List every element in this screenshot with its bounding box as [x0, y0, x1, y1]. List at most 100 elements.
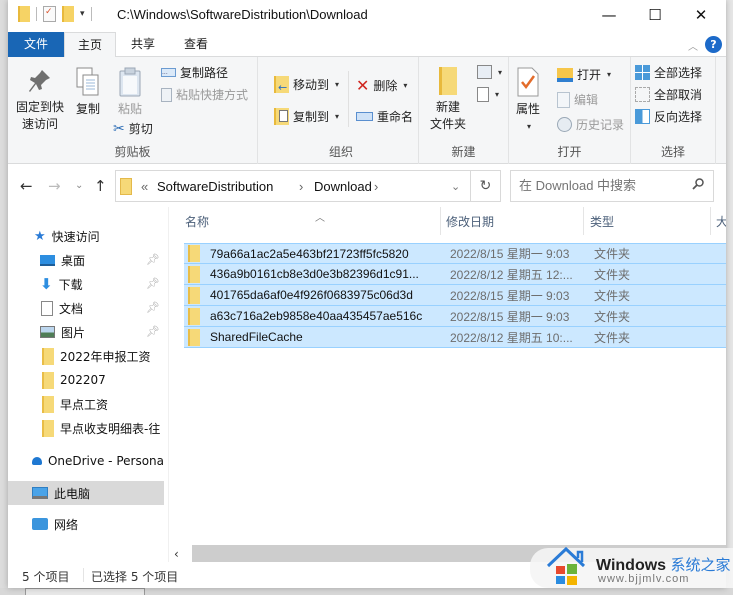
pane-divider[interactable] [168, 207, 169, 562]
scroll-left-icon[interactable]: ‹ [174, 547, 179, 561]
sidebar-item-label: 文档 [59, 301, 84, 316]
address-history-dropdown[interactable]: ⌄ [451, 180, 460, 193]
file-row[interactable]: 401765da6af0e4f926f0683975c06d3d 2022/8/… [184, 285, 726, 306]
properties-icon[interactable] [43, 6, 56, 22]
tab-file[interactable]: 文件 [8, 32, 64, 57]
breadcrumb-separator[interactable]: › [299, 179, 303, 194]
open-group: 属性 ▾ 打开 ▾ 编辑 历史记录 打开 [509, 57, 631, 164]
pin-to-quick-access-button[interactable]: 固定到快 速访问 [12, 67, 68, 133]
sidebar-item-label: 网络 [54, 517, 79, 532]
copy-path-button[interactable]: ... 复制路径 [161, 64, 228, 81]
breadcrumb-overflow[interactable]: « [141, 179, 148, 194]
cut-button[interactable]: ✂ 剪切 [113, 120, 153, 137]
sidebar-item-documents[interactable]: 文档 📌︎ [8, 296, 164, 320]
sidebar-item-folder[interactable]: 2022年申报工资 [8, 344, 164, 368]
select-none-button[interactable]: 全部取消 [635, 86, 702, 103]
copy-to-dropdown[interactable]: ▾ [335, 112, 339, 121]
open-button[interactable]: 打开 ▾ [557, 66, 611, 83]
column-header-type[interactable]: 类型 [590, 213, 710, 235]
properties-button[interactable]: 属性 ▾ [511, 67, 545, 135]
pin-icon[interactable]: 📌︎ [146, 253, 160, 266]
customize-toolbar-dropdown[interactable]: ▾ [80, 9, 85, 19]
new-folder-button[interactable]: 新建 文件夹 [425, 67, 471, 133]
sidebar-item-quick-access[interactable]: ★ 快速访问 [8, 224, 164, 248]
toolbar-divider [90, 7, 92, 21]
minimize-button[interactable]: — [586, 0, 632, 30]
breadcrumb-softwaredistribution[interactable]: SoftwareDistribution [157, 179, 273, 194]
sidebar-item-downloads[interactable]: ⬇ 下载 📌︎ [8, 272, 164, 296]
sidebar-item-label: 图片 [61, 325, 86, 340]
file-date: 2022/8/12 星期五 10:... [450, 330, 573, 345]
file-row[interactable]: a63c716a2eb9858e40aa435457ae516c 2022/8/… [184, 306, 726, 327]
open-dropdown[interactable]: ▾ [607, 70, 611, 79]
breadcrumb-separator[interactable]: › [374, 179, 378, 194]
rename-button[interactable]: 重命名 [356, 108, 413, 125]
new-item-button[interactable]: ▾ [477, 65, 502, 79]
back-button[interactable]: ← [20, 177, 33, 195]
file-row[interactable]: SharedFileCache 2022/8/12 星期五 10:... 文件夹 [184, 327, 726, 348]
select-all-button[interactable]: 全部选择 [635, 64, 702, 81]
folder-icon [188, 265, 200, 283]
up-button[interactable]: ↑ [94, 177, 107, 195]
sidebar-item-onedrive[interactable]: OneDrive - Persona [8, 449, 164, 473]
forward-button[interactable]: → [48, 177, 61, 195]
easy-access-button[interactable]: ▾ [477, 87, 499, 102]
paste-shortcut-button[interactable]: 粘贴快捷方式 [161, 86, 248, 103]
properties-dropdown[interactable]: ▾ [513, 118, 545, 135]
collapse-ribbon-icon[interactable]: ︿ [688, 38, 698, 53]
folder-icon [188, 307, 200, 325]
column-divider[interactable] [583, 207, 584, 235]
breadcrumb-download[interactable]: Download [314, 179, 372, 194]
refresh-button[interactable]: ↻ [470, 170, 501, 202]
help-icon[interactable]: ? [705, 36, 722, 53]
pin-icon[interactable]: 📌︎ [146, 325, 160, 338]
close-button[interactable]: ✕ [678, 0, 724, 30]
file-row[interactable]: 436a9b0161cb8e3d0e3b82396d1c91... 2022/8… [184, 264, 726, 285]
scissors-icon: ✂ [113, 120, 125, 137]
file-row[interactable]: 79a66a1ac2a5e463bf21723ff5fc5820 2022/8/… [184, 243, 726, 264]
watermark-url: www.bjjmlv.com [598, 573, 690, 585]
sidebar-item-network[interactable]: 网络 [8, 512, 164, 536]
search-input[interactable] [519, 178, 689, 193]
folder-icon [188, 328, 200, 346]
sidebar-item-desktop[interactable]: 桌面 📌︎ [8, 248, 164, 272]
search-icon[interactable] [691, 177, 705, 195]
tab-view[interactable]: 查看 [176, 32, 216, 57]
pin-icon[interactable]: 📌︎ [146, 301, 160, 314]
column-divider[interactable] [440, 207, 441, 235]
paste-shortcut-icon [161, 87, 172, 102]
sidebar-item-folder[interactable]: 早点工资 [8, 392, 164, 416]
recent-locations-dropdown[interactable]: ⌄ [75, 180, 83, 191]
title-bar: ▾ C:\Windows\SoftwareDistribution\Downlo… [8, 0, 726, 32]
column-header-name[interactable]: 名称 ︿ [185, 213, 440, 235]
sidebar-item-pictures[interactable]: 图片 📌︎ [8, 320, 164, 344]
search-box[interactable] [510, 170, 714, 202]
column-header-size[interactable]: 大小 [716, 213, 726, 235]
address-bar[interactable]: « SoftwareDistribution › Download › ⌄ [115, 170, 475, 202]
copy-button[interactable]: 复制 [70, 67, 106, 118]
history-button[interactable]: 历史记录 [557, 116, 624, 133]
sidebar-item-this-pc[interactable]: 此电脑 [8, 481, 164, 505]
copy-to-button[interactable]: 复制到 ▾ [274, 108, 339, 125]
tab-share[interactable]: 共享 [124, 32, 162, 57]
new-item-dropdown[interactable]: ▾ [498, 68, 502, 77]
tab-home[interactable]: 主页 [64, 32, 116, 58]
column-divider[interactable] [710, 207, 711, 235]
sidebar-item-folder[interactable]: 202207 [8, 368, 164, 392]
pin-icon[interactable]: 📌︎ [146, 277, 160, 290]
clipboard-group: 固定到快 速访问 复制 粘贴 ... 复制路径 粘贴快捷方式 ✂ 剪切 剪贴板 [8, 57, 258, 164]
maximize-button[interactable]: ☐ [632, 0, 678, 30]
move-to-button[interactable]: ← 移动到 ▾ [274, 76, 339, 94]
move-to-dropdown[interactable]: ▾ [335, 80, 339, 89]
invert-selection-icon [635, 109, 650, 124]
new-folder-icon[interactable] [62, 6, 74, 22]
column-header-date[interactable]: 修改日期 [446, 213, 583, 235]
delete-dropdown[interactable]: ▾ [403, 81, 407, 90]
sidebar-item-folder[interactable]: 早点收支明细表-往 [8, 416, 164, 440]
edit-button[interactable]: 编辑 [557, 91, 598, 108]
open-group-label: 打开 [557, 145, 582, 159]
invert-selection-button[interactable]: 反向选择 [635, 108, 702, 125]
easy-access-dropdown[interactable]: ▾ [495, 90, 499, 99]
delete-button[interactable]: ✕ 删除 ▾ [356, 76, 407, 95]
paste-button[interactable]: 粘贴 [112, 67, 148, 118]
